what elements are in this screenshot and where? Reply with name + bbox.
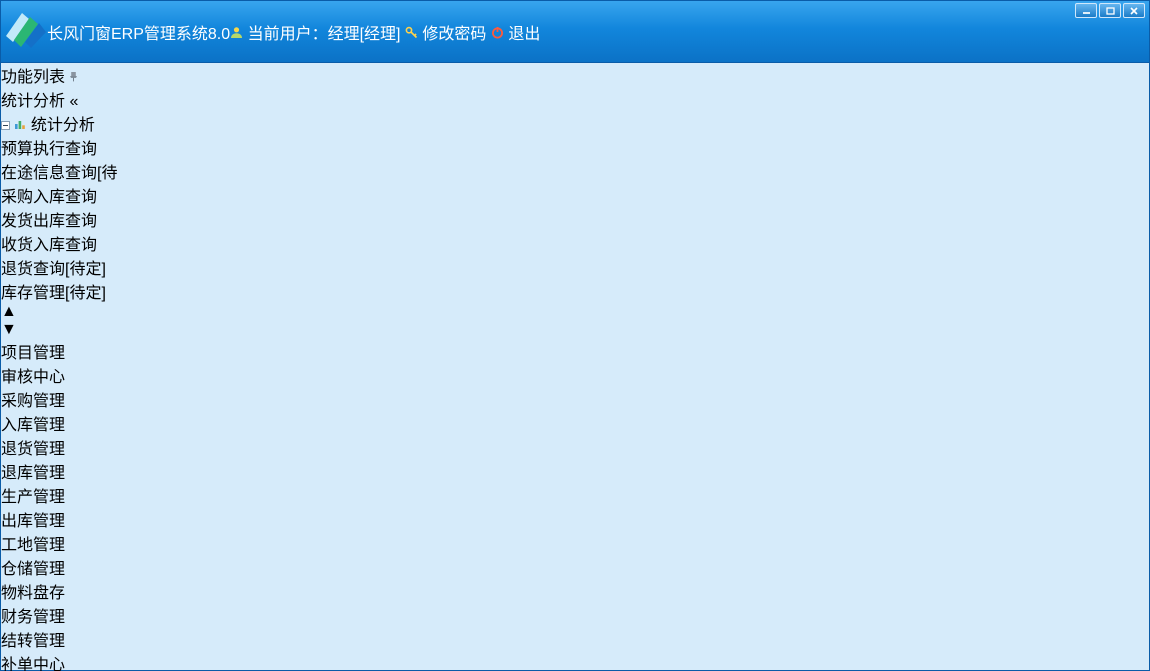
minimize-button[interactable] bbox=[1075, 3, 1097, 18]
module-label: 退货管理 bbox=[1, 441, 65, 458]
tree-root-statistics[interactable]: 统计分析 bbox=[1, 111, 1149, 135]
tree-item-label: 发货出库查询 bbox=[1, 213, 97, 230]
tree-item-label: 库存管理[待定] bbox=[1, 285, 106, 302]
module-label: 仓储管理 bbox=[1, 561, 65, 578]
module-label: 项目管理 bbox=[1, 345, 65, 362]
sidebar-module[interactable]: 退库管理 bbox=[1, 459, 1149, 483]
tree-scrollbar[interactable]: ▲ ▼ bbox=[1, 303, 1149, 339]
tree-item-label: 退货查询[待定] bbox=[1, 261, 106, 278]
app-title: 长风门窗ERP管理系统8.0 bbox=[47, 20, 230, 44]
sidebar-module[interactable]: 审核中心 bbox=[1, 363, 1149, 387]
sidebar-module[interactable]: 补单中心 bbox=[1, 651, 1149, 671]
function-list-title: 功能列表 bbox=[1, 69, 65, 86]
collapse-chevron-icon[interactable]: « bbox=[69, 93, 78, 110]
maximize-button[interactable] bbox=[1099, 3, 1121, 18]
user-icon bbox=[230, 26, 247, 43]
tree-root-label: 统计分析 bbox=[31, 117, 95, 134]
user-bar: 当前用户：经理[经理] 修改密码 退出 bbox=[230, 20, 540, 44]
sidebar-module[interactable]: 出库管理 bbox=[1, 507, 1149, 531]
tree-item[interactable]: 收货入库查询 bbox=[1, 231, 1149, 255]
app-logo-icon bbox=[1, 9, 47, 54]
tree-item[interactable]: 发货出库查询 bbox=[1, 207, 1149, 231]
current-user-label: 当前用户：经理[经理] bbox=[248, 26, 401, 43]
power-icon bbox=[491, 26, 508, 43]
sidebar-module[interactable]: 采购管理 bbox=[1, 387, 1149, 411]
app-window: 长风门窗ERP管理系统8.0 当前用户：经理[经理] 修改密码 退出 功能列表 bbox=[0, 0, 1150, 671]
sidebar-module[interactable]: 入库管理 bbox=[1, 411, 1149, 435]
title-bar: 长风门窗ERP管理系统8.0 当前用户：经理[经理] 修改密码 退出 bbox=[1, 1, 1149, 63]
tree-item[interactable]: 库存管理[待定] bbox=[1, 279, 1149, 303]
function-list-header: 功能列表 bbox=[1, 63, 1149, 87]
section-title: 统计分析 bbox=[1, 93, 65, 110]
module-label: 出库管理 bbox=[1, 513, 65, 530]
statistics-tree: 统计分析 预算执行查询在途信息查询[待采购入库查询发货出库查询收货入库查询退货查… bbox=[1, 111, 1149, 339]
module-label: 财务管理 bbox=[1, 609, 65, 626]
tree-item-label: 收货入库查询 bbox=[1, 237, 97, 254]
key-icon bbox=[405, 26, 422, 43]
tree-item[interactable]: 预算执行查询 bbox=[1, 135, 1149, 159]
sidebar-section-statistics[interactable]: 统计分析 « bbox=[1, 87, 1149, 111]
sidebar-module[interactable]: 退货管理 bbox=[1, 435, 1149, 459]
sidebar-module[interactable]: 项目管理 bbox=[1, 339, 1149, 363]
tree-item[interactable]: 退货查询[待定] bbox=[1, 255, 1149, 279]
tree-item-label: 采购入库查询 bbox=[1, 189, 97, 206]
tree-item-label: 在途信息查询[待 bbox=[1, 165, 117, 182]
logout-link[interactable]: 退出 bbox=[508, 26, 540, 43]
scroll-up-icon[interactable]: ▲ bbox=[1, 303, 1149, 321]
sidebar-module[interactable]: 仓储管理 bbox=[1, 555, 1149, 579]
tree-item[interactable]: 在途信息查询[待 bbox=[1, 159, 1149, 183]
window-controls bbox=[1075, 3, 1145, 18]
tree-item[interactable]: 采购入库查询 bbox=[1, 183, 1149, 207]
sidebar-module[interactable]: 财务管理 bbox=[1, 603, 1149, 627]
change-password-link[interactable]: 修改密码 bbox=[422, 26, 486, 43]
scroll-down-icon[interactable]: ▼ bbox=[1, 321, 1149, 339]
module-label: 退库管理 bbox=[1, 465, 65, 482]
bar-chart-icon bbox=[14, 117, 30, 134]
tree-item-label: 预算执行查询 bbox=[1, 141, 97, 158]
module-label: 物料盘存 bbox=[1, 585, 65, 602]
module-label: 审核中心 bbox=[1, 369, 65, 386]
sidebar-module[interactable]: 物料盘存 bbox=[1, 579, 1149, 603]
sidebar-module[interactable]: 工地管理 bbox=[1, 531, 1149, 555]
module-label: 工地管理 bbox=[1, 537, 65, 554]
module-label: 入库管理 bbox=[1, 417, 65, 434]
module-label: 补单中心 bbox=[1, 657, 65, 671]
close-button[interactable] bbox=[1123, 3, 1145, 18]
sidebar: 功能列表 统计分析 « 统计分析 预算执行 bbox=[1, 63, 1149, 671]
module-label: 生产管理 bbox=[1, 489, 65, 506]
module-label: 结转管理 bbox=[1, 633, 65, 650]
sidebar-module[interactable]: 生产管理 bbox=[1, 483, 1149, 507]
pin-icon[interactable] bbox=[69, 69, 78, 86]
module-list: 项目管理审核中心采购管理入库管理退货管理退库管理生产管理出库管理工地管理仓储管理… bbox=[1, 339, 1149, 671]
expander-icon[interactable] bbox=[1, 117, 14, 134]
sidebar-module[interactable]: 结转管理 bbox=[1, 627, 1149, 651]
module-label: 采购管理 bbox=[1, 393, 65, 410]
